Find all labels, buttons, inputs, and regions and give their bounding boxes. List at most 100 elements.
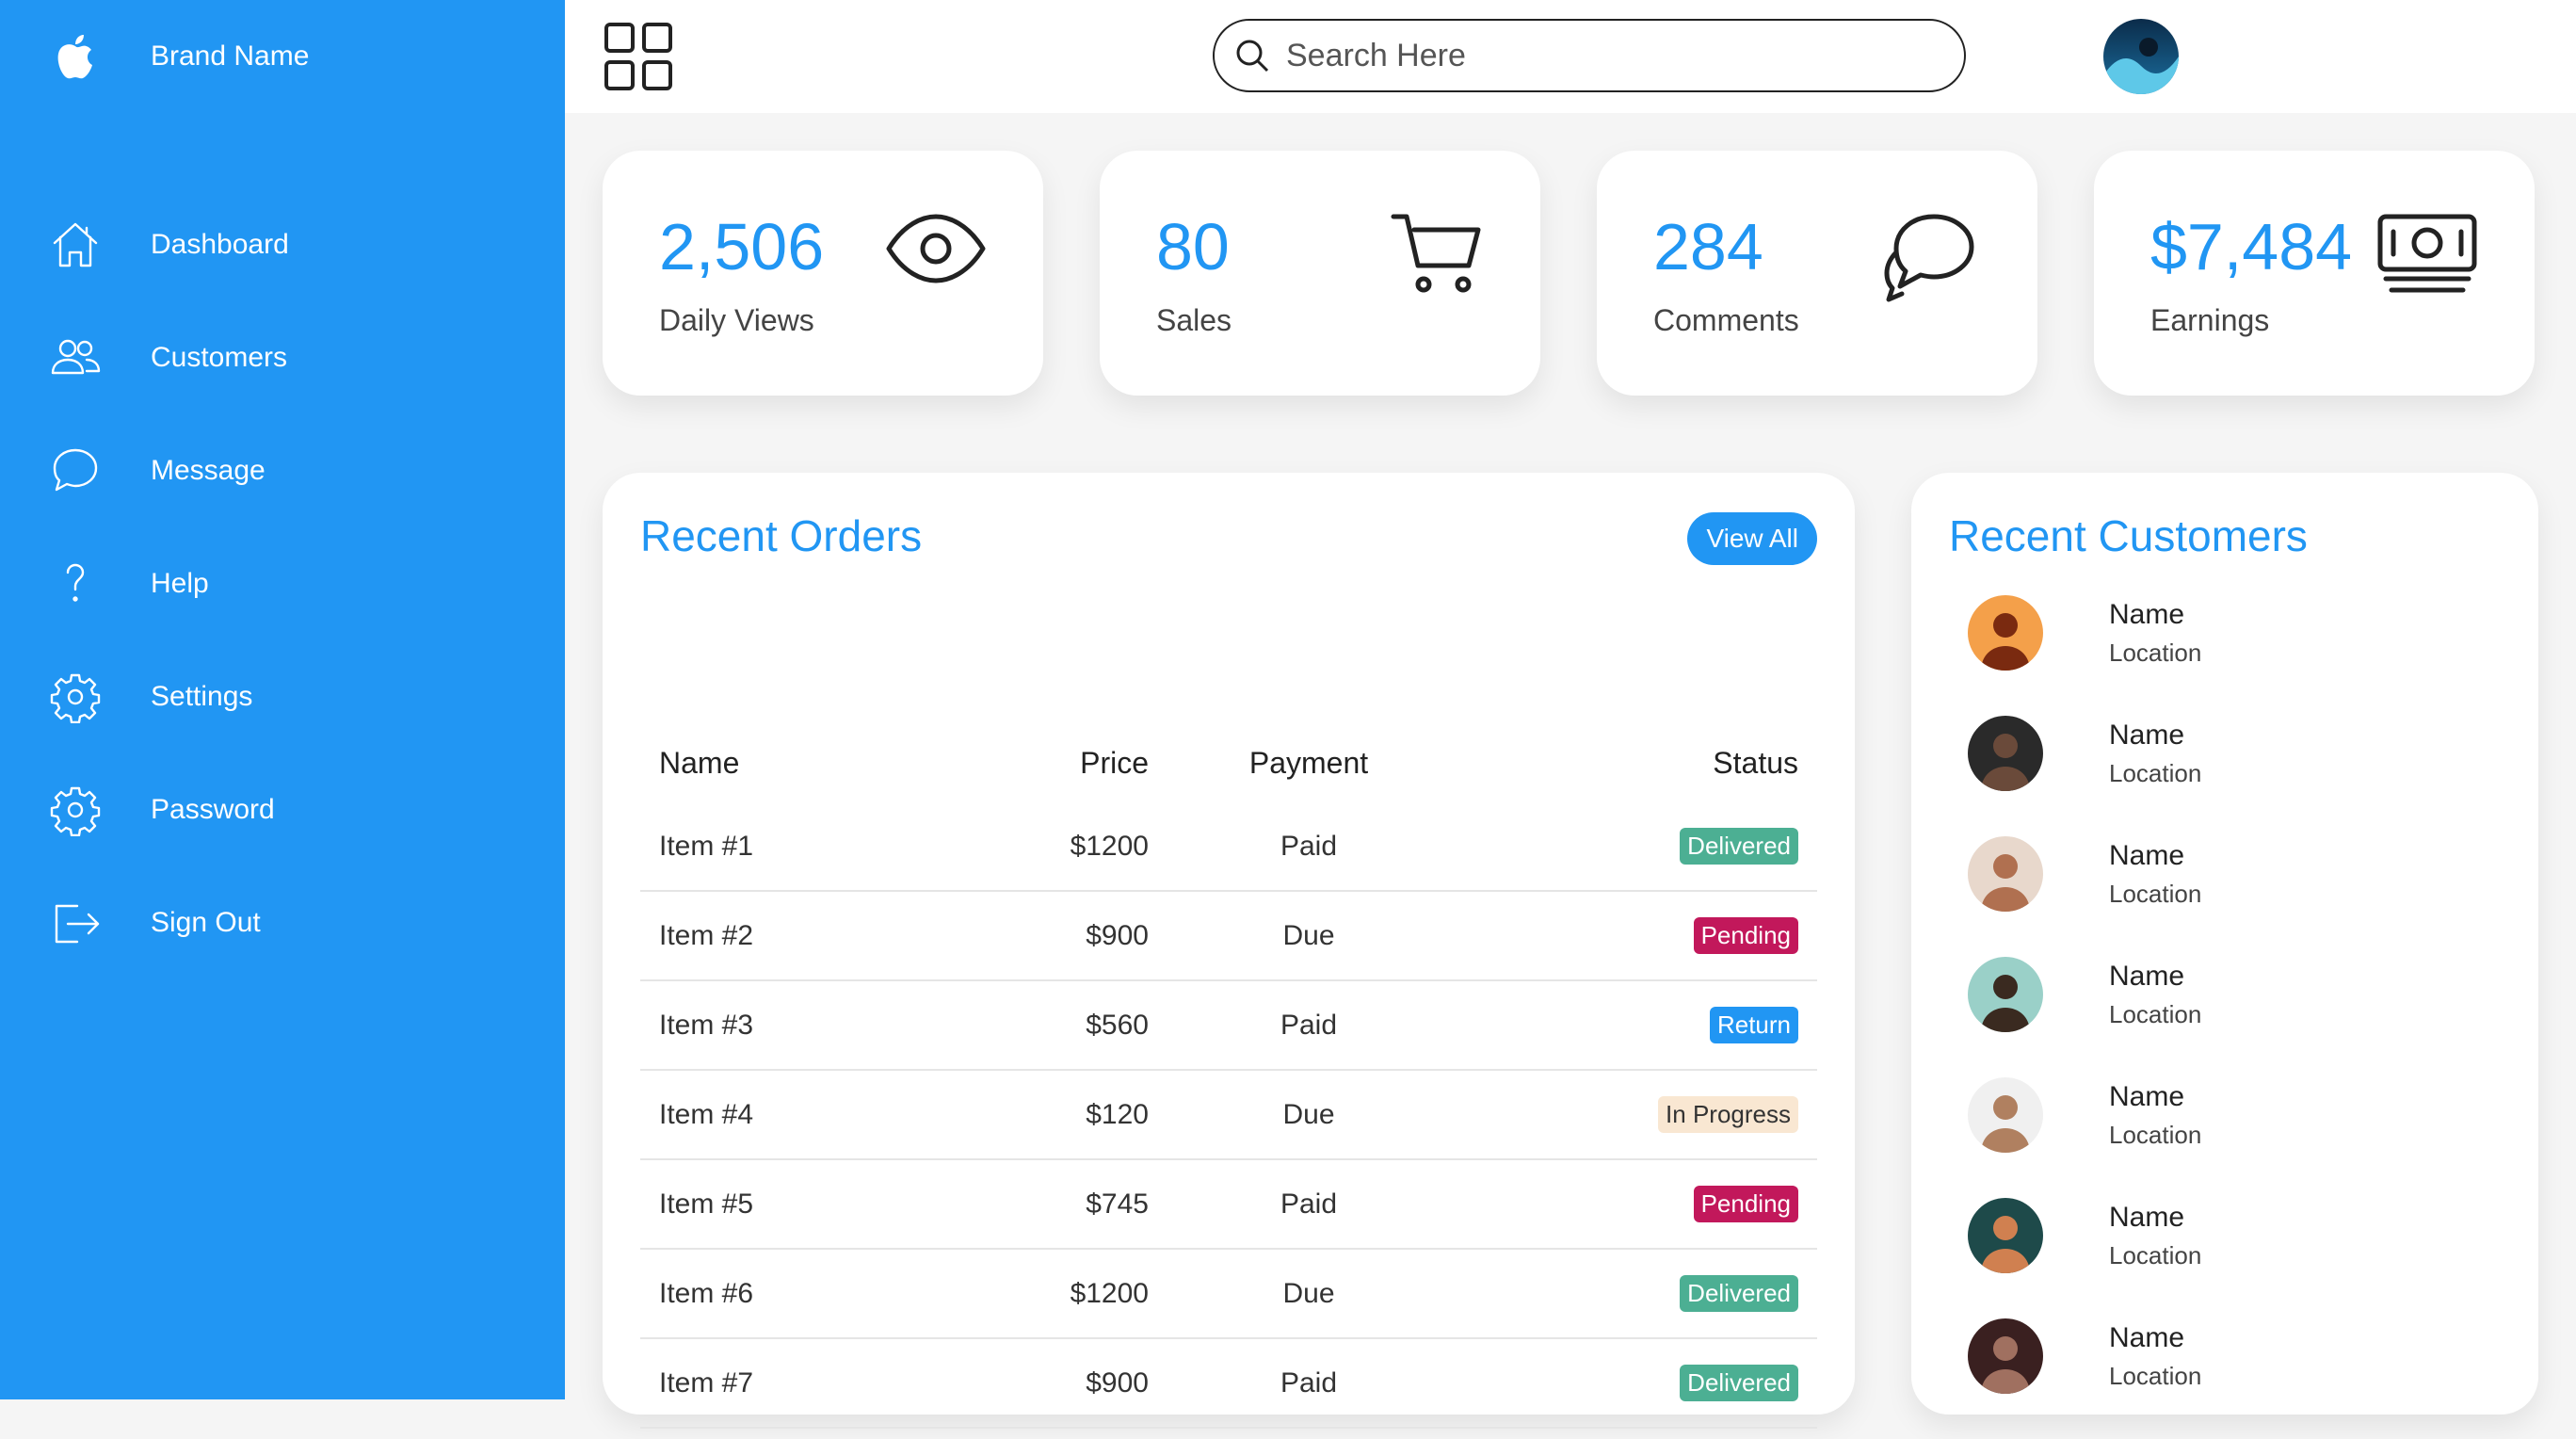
sidebar-item-sign-out[interactable]: Sign Out [0, 866, 565, 979]
recent-orders-panel: Recent Orders View All Name Price Paymen… [603, 473, 1855, 1429]
stat-value: 284 [1653, 210, 1763, 283]
order-name: Item #5 [659, 1188, 754, 1220]
table-header: Name Price Payment Status [640, 723, 1817, 802]
stat-label: Sales [1156, 303, 1232, 337]
order-name: Item #6 [659, 1277, 754, 1309]
stat-value: 2,506 [659, 210, 825, 283]
stat-label: Daily Views [659, 303, 814, 337]
order-price: $120 [1086, 1098, 1149, 1130]
menu-toggle-button[interactable] [603, 21, 674, 92]
apple-logo-icon [0, 33, 151, 80]
eye-icon [885, 211, 987, 291]
sidebar-item-label: Help [151, 568, 209, 599]
customer-location: Location [2109, 1121, 2202, 1149]
sidebar-item-dashboard[interactable]: Dashboard [0, 188, 565, 301]
orders-table: Name Price Payment Status Item #1 $1200 Pa… [640, 723, 1817, 1429]
sidebar-item-label: Sign Out [151, 907, 261, 938]
stat-label: Comments [1653, 303, 1799, 337]
table-row[interactable]: Item #1 $1200 Paid Delivered [640, 802, 1817, 892]
order-price: $560 [1086, 1009, 1149, 1041]
help-icon [0, 558, 151, 610]
recent-orders-title: Recent Orders [640, 511, 923, 560]
status-badge: In Progress [1658, 1096, 1798, 1133]
order-status: Delivered [1680, 802, 1798, 890]
customer-name: Name [2109, 599, 2185, 630]
gear-icon [0, 671, 151, 723]
table-row[interactable]: Item #3 $560 Paid Return [640, 981, 1817, 1071]
customer-location: Location [2109, 1000, 2202, 1028]
cart-icon [1390, 211, 1484, 300]
user-avatar[interactable] [2103, 19, 2179, 94]
stat-card-comments[interactable]: 284 Comments [1597, 151, 2037, 396]
sidebar-item-message[interactable]: Message [0, 414, 565, 527]
search-icon [1236, 40, 1269, 73]
header-price: Price [1080, 745, 1149, 780]
sidebar-item-label: Message [151, 455, 266, 486]
order-price: $900 [1086, 919, 1149, 951]
chat-bubbles-icon [1883, 211, 1981, 310]
table-row[interactable]: Item #5 $745 Paid Pending [640, 1160, 1817, 1250]
search-input[interactable] [1284, 36, 1909, 75]
customer-location: Location [2109, 759, 2202, 787]
order-name: Item #7 [659, 1366, 754, 1399]
topbar [565, 0, 2576, 113]
sidebar-item-label: Dashboard [151, 229, 289, 260]
order-price: $900 [1086, 1366, 1149, 1399]
home-icon [0, 218, 151, 271]
order-price: $1200 [1070, 1277, 1149, 1309]
order-price: $1200 [1070, 830, 1149, 862]
header-payment: Payment [1248, 745, 1369, 780]
cash-icon [2376, 211, 2478, 300]
recent-customers-panel: Recent Customers Name Location Name Locatio… [1911, 473, 2538, 1415]
table-row[interactable]: Item #2 $900 Due Pending [640, 892, 1817, 981]
status-badge: Return [1709, 1007, 1798, 1043]
brand[interactable]: Brand Name [0, 19, 565, 94]
view-all-button[interactable]: View All [1687, 512, 1817, 565]
order-status: Pending [1693, 892, 1798, 979]
header-name: Name [659, 745, 740, 780]
order-name: Item #1 [659, 830, 754, 862]
customer-avatar [1968, 716, 2043, 791]
sidebar: Brand Name Dashboard Customers Message H… [0, 0, 565, 1399]
sidebar-nav: Dashboard Customers Message Help Setting… [0, 188, 565, 979]
order-status: Return [1709, 981, 1798, 1069]
main-content: 2,506 Daily Views 80 Sales 284 Comments … [565, 0, 2576, 1429]
brand-name: Brand Name [151, 40, 310, 72]
status-badge: Delivered [1680, 1365, 1798, 1401]
sidebar-item-label: Customers [151, 342, 288, 373]
order-payment: Paid [1280, 1009, 1338, 1041]
sidebar-item-password[interactable]: Password [0, 753, 565, 866]
sign-out-icon [0, 897, 151, 949]
header-status: Status [1713, 745, 1798, 780]
table-row[interactable]: Item #6 $1200 Due Delivered [640, 1250, 1817, 1339]
table-row[interactable]: Item #7 $900 Paid Delivered [640, 1339, 1817, 1429]
sidebar-item-settings[interactable]: Settings [0, 640, 565, 753]
status-badge: Pending [1693, 1186, 1798, 1222]
search-bar[interactable] [1213, 19, 1966, 92]
customer-name: Name [2109, 961, 2185, 992]
recent-customers-title: Recent Customers [1949, 511, 2308, 560]
order-name: Item #2 [659, 919, 754, 951]
sidebar-item-label: Password [151, 794, 275, 825]
customer-name: Name [2109, 1081, 2185, 1112]
table-row[interactable]: Item #4 $120 Due In Progress [640, 1071, 1817, 1160]
sidebar-item-customers[interactable]: Customers [0, 301, 565, 414]
order-payment: Due [1282, 1098, 1335, 1130]
chat-icon [0, 445, 151, 497]
order-status: Delivered [1680, 1339, 1798, 1427]
customer-name: Name [2109, 1202, 2185, 1233]
customer-avatar [1968, 836, 2043, 912]
order-status: Delivered [1680, 1250, 1798, 1337]
order-payment: Due [1282, 919, 1335, 951]
stat-card-earnings[interactable]: $7,484 Earnings [2094, 151, 2535, 396]
sidebar-item-help[interactable]: Help [0, 527, 565, 640]
people-icon [0, 331, 151, 384]
order-status: Pending [1693, 1160, 1798, 1248]
order-payment: Paid [1280, 830, 1338, 862]
stat-card-sales[interactable]: 80 Sales [1100, 151, 1540, 396]
order-payment: Paid [1280, 1188, 1338, 1220]
customer-avatar [1968, 1077, 2043, 1153]
stat-card-views[interactable]: 2,506 Daily Views [603, 151, 1043, 396]
order-payment: Due [1282, 1277, 1335, 1309]
customer-name: Name [2109, 840, 2185, 871]
